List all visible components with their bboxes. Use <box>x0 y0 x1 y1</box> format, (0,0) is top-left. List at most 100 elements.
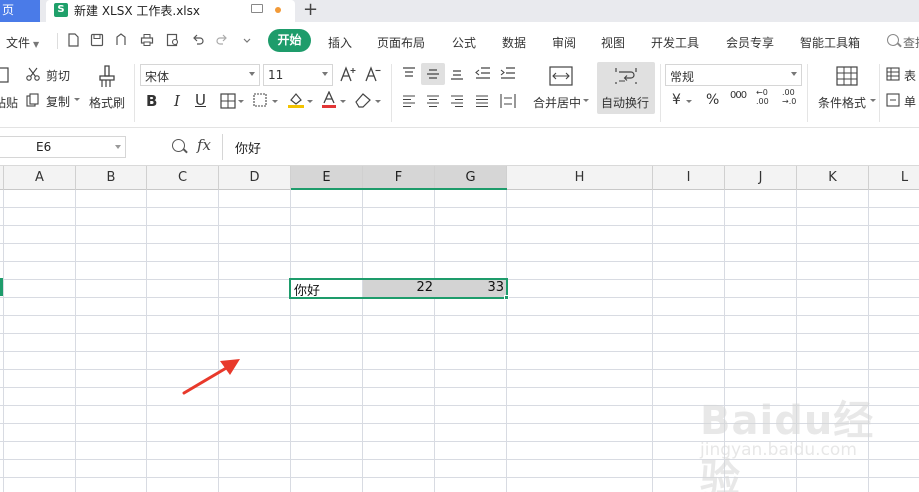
new-document-icon[interactable] <box>66 33 80 47</box>
table-style-button[interactable]: 表 <box>904 67 916 84</box>
tab-data[interactable]: 数据 <box>502 34 526 51</box>
chevron-down-icon[interactable] <box>686 99 692 105</box>
merge-center-icon[interactable] <box>549 66 573 86</box>
thousands-separator-icon[interactable]: 000 <box>730 90 747 101</box>
paste-icon[interactable] <box>0 66 12 84</box>
print-icon[interactable] <box>140 33 154 47</box>
currency-icon[interactable]: ¥ <box>672 92 681 108</box>
column-header-i[interactable]: I <box>653 166 725 190</box>
column-header-c[interactable]: C <box>147 166 219 190</box>
align-left-icon[interactable] <box>402 95 416 107</box>
fill-color-icon[interactable] <box>287 91 305 109</box>
justify-icon[interactable] <box>475 95 489 107</box>
column-header-f[interactable]: F <box>363 166 435 190</box>
increase-decimal-icon[interactable]: ←0.00 <box>756 88 769 106</box>
number-format-select[interactable]: 常规 <box>665 64 802 86</box>
print-preview-icon[interactable] <box>166 33 180 47</box>
fx-icon[interactable]: fx <box>197 136 211 154</box>
chevron-down-icon[interactable] <box>583 98 589 104</box>
tab-smart-toolbox[interactable]: 智能工具箱 <box>800 34 860 51</box>
tab-developer[interactable]: 开发工具 <box>651 34 699 51</box>
percent-icon[interactable]: % <box>706 92 719 108</box>
font-name-select[interactable]: 宋体 <box>140 64 260 86</box>
column-header-k[interactable]: K <box>797 166 869 190</box>
cut-button[interactable]: 剪切 <box>46 67 70 84</box>
format-painter-button[interactable]: 格式刷 <box>89 94 125 111</box>
increase-indent-icon[interactable] <box>500 67 516 79</box>
cell-style-button[interactable]: 单 <box>904 93 916 110</box>
chevron-down-icon[interactable] <box>375 99 381 105</box>
search-icon[interactable] <box>887 34 899 46</box>
chevron-down-icon[interactable] <box>240 33 254 47</box>
copy-button[interactable]: 复制 <box>46 93 70 110</box>
tab-view[interactable]: 视图 <box>601 34 625 51</box>
tab-member[interactable]: 会员专享 <box>726 34 774 51</box>
wrap-text-button[interactable]: 自动换行 <box>601 94 649 111</box>
border-icon[interactable] <box>220 93 236 109</box>
column-header-g[interactable]: G <box>435 166 507 190</box>
formula-input[interactable]: 你好 <box>222 134 919 160</box>
format-painter-icon[interactable] <box>97 65 117 89</box>
table-style-icon[interactable] <box>886 67 900 81</box>
name-box[interactable]: E6 <box>0 136 126 158</box>
column-header-h[interactable]: H <box>507 166 653 190</box>
wrap-text-icon[interactable] <box>614 66 638 86</box>
underline-icon[interactable]: U <box>195 91 206 109</box>
tab-formulas[interactable]: 公式 <box>452 34 476 51</box>
align-right-icon[interactable] <box>450 95 464 107</box>
selection-range[interactable] <box>289 278 508 299</box>
decrease-font-size-icon[interactable] <box>364 66 382 82</box>
font-color-icon[interactable] <box>321 91 337 109</box>
font-size-select[interactable]: 11 <box>263 64 333 86</box>
tab-page-layout[interactable]: 页面布局 <box>377 34 425 51</box>
column-header-e[interactable]: E <box>291 166 363 190</box>
bold-icon[interactable]: B <box>146 92 157 110</box>
fill-style-icon[interactable] <box>253 93 269 109</box>
align-center-icon[interactable] <box>426 95 440 107</box>
eraser-icon[interactable] <box>355 92 373 108</box>
chevron-down-icon[interactable] <box>272 99 278 105</box>
distributed-align-icon[interactable] <box>500 93 516 109</box>
increase-font-size-icon[interactable] <box>339 66 357 82</box>
tab-insert[interactable]: 插入 <box>328 34 352 51</box>
file-menu[interactable]: 文件 ▼ <box>6 34 39 51</box>
copy-icon[interactable] <box>26 93 40 107</box>
save-icon[interactable] <box>90 33 104 47</box>
italic-icon[interactable]: I <box>174 92 180 110</box>
conditional-format-button[interactable]: 条件格式 <box>818 94 866 111</box>
home-tab[interactable]: 页 <box>0 0 40 22</box>
redo-icon[interactable] <box>215 33 229 47</box>
cell-style-icon[interactable] <box>886 93 900 107</box>
fill-handle[interactable] <box>504 295 509 300</box>
chevron-down-icon <box>791 72 797 76</box>
grid-line <box>0 369 919 370</box>
align-bottom-icon[interactable] <box>450 68 464 80</box>
monitor-icon[interactable] <box>251 4 263 13</box>
grid-line <box>434 190 435 492</box>
chevron-down-icon[interactable] <box>74 97 80 103</box>
search-label[interactable]: 查找 <box>903 34 919 51</box>
conditional-format-icon[interactable] <box>836 66 858 86</box>
paste-button[interactable]: 粘贴 <box>0 94 18 111</box>
chevron-down-icon[interactable] <box>340 99 346 105</box>
chevron-down-icon[interactable] <box>307 99 313 105</box>
align-middle-icon[interactable] <box>426 68 440 80</box>
tab-home-ribbon[interactable]: 开始 <box>268 29 311 52</box>
column-header-j[interactable]: J <box>725 166 797 190</box>
new-tab-button[interactable]: + <box>303 0 318 21</box>
column-header-b[interactable]: B <box>76 166 147 190</box>
column-header-d[interactable]: D <box>219 166 291 190</box>
decrease-indent-icon[interactable] <box>475 67 491 79</box>
column-header-a[interactable]: A <box>4 166 76 190</box>
column-header-l[interactable]: L <box>869 166 919 190</box>
chevron-down-icon[interactable] <box>870 98 876 104</box>
chevron-down-icon[interactable] <box>238 99 244 105</box>
tab-review[interactable]: 审阅 <box>552 34 576 51</box>
zoom-icon[interactable] <box>172 139 185 152</box>
undo-icon[interactable] <box>191 33 205 47</box>
export-icon[interactable] <box>114 33 128 47</box>
scissors-icon[interactable] <box>26 67 40 81</box>
align-top-icon[interactable] <box>402 67 416 79</box>
decrease-decimal-icon[interactable]: .00 →.0 <box>782 88 796 106</box>
merge-center-button[interactable]: 合并居中 <box>533 94 581 111</box>
